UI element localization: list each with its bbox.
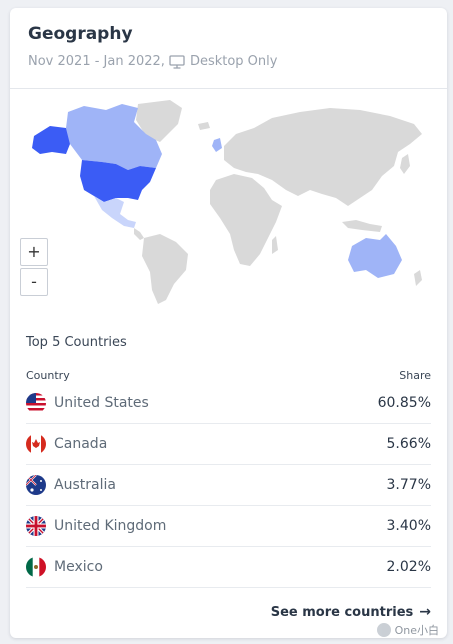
card-subtitle: Nov 2021 - Jan 2022, Desktop Only bbox=[28, 54, 277, 69]
device-filter: Desktop Only bbox=[189, 54, 278, 69]
card-title: Geography bbox=[28, 24, 133, 44]
arrow-right-icon: → bbox=[419, 604, 431, 620]
zoom-out-button[interactable]: - bbox=[20, 268, 48, 296]
map-united-kingdom bbox=[212, 138, 222, 152]
country-share: 2.02% bbox=[386, 559, 431, 575]
world-map[interactable] bbox=[10, 94, 447, 319]
top-countries-title: Top 5 Countries bbox=[26, 335, 127, 350]
map-new-zealand bbox=[414, 270, 422, 286]
column-header-country: Country bbox=[26, 369, 70, 382]
watermark: One小白 bbox=[376, 622, 439, 638]
map-alaska bbox=[32, 126, 70, 154]
mx-flag-icon bbox=[26, 557, 46, 577]
table-row[interactable]: United States 60.85% bbox=[26, 383, 431, 424]
us-flag-icon bbox=[26, 393, 46, 413]
table-row[interactable]: United Kingdom 3.40% bbox=[26, 506, 431, 547]
uk-flag-icon bbox=[26, 516, 46, 536]
country-name: United Kingdom bbox=[54, 518, 167, 534]
map-south-america bbox=[142, 234, 188, 304]
map-madagascar bbox=[272, 236, 278, 254]
map-central-america bbox=[134, 228, 144, 240]
watermark-text: One小白 bbox=[394, 624, 439, 637]
zoom-in-button[interactable]: + bbox=[20, 238, 48, 266]
country-share: 60.85% bbox=[377, 395, 431, 411]
table-row[interactable]: Australia 3.77% bbox=[26, 465, 431, 506]
map-indonesia bbox=[342, 220, 382, 232]
country-share: 5.66% bbox=[386, 436, 431, 452]
watermark-logo-icon bbox=[376, 623, 391, 637]
country-name: Australia bbox=[54, 477, 116, 493]
map-japan bbox=[400, 154, 410, 174]
map-africa bbox=[210, 174, 282, 266]
header-divider bbox=[10, 88, 447, 89]
table-row[interactable]: Mexico 2.02% bbox=[26, 547, 431, 588]
see-more-label: See more countries bbox=[270, 604, 414, 620]
country-name: Mexico bbox=[54, 559, 103, 575]
map-australia bbox=[348, 234, 402, 278]
country-name: United States bbox=[54, 395, 149, 411]
ca-flag-icon bbox=[26, 434, 46, 454]
country-share: 3.40% bbox=[386, 518, 431, 534]
see-more-countries-link[interactable]: See more countries → bbox=[271, 604, 431, 620]
column-header-share: Share bbox=[399, 369, 431, 382]
au-flag-icon bbox=[26, 475, 46, 495]
country-share: 3.77% bbox=[386, 477, 431, 493]
country-name: Canada bbox=[54, 436, 108, 452]
map-iceland bbox=[198, 122, 210, 130]
date-range: Nov 2021 - Jan 2022, bbox=[28, 54, 165, 69]
geography-card: Geography Nov 2021 - Jan 2022, Desktop O… bbox=[10, 8, 447, 638]
monitor-icon bbox=[169, 54, 185, 69]
table-row[interactable]: Canada 5.66% bbox=[26, 424, 431, 465]
map-mexico bbox=[94, 196, 136, 228]
